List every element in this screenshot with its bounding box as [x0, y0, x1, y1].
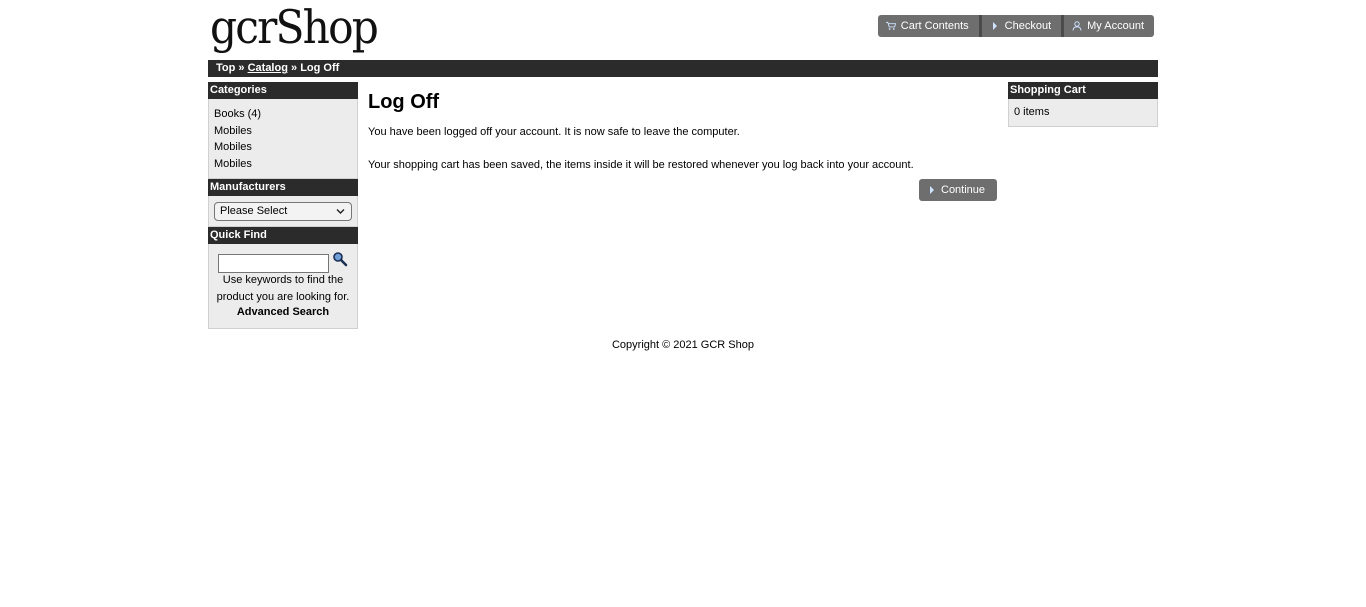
- breadcrumb-separator: »: [291, 62, 298, 74]
- breadcrumb: Top » Catalog » Log Off: [208, 60, 1158, 77]
- continue-label: Continue: [941, 184, 986, 196]
- triangle-right-icon: [990, 21, 1000, 31]
- manufacturers-box: Please Select: [208, 196, 358, 227]
- magnifier-search-icon[interactable]: [332, 251, 348, 267]
- cart-icon: [885, 21, 896, 31]
- category-item[interactable]: Books (4): [214, 106, 357, 123]
- cart-items-count: 0 items: [1014, 106, 1050, 118]
- manufacturers-heading: Manufacturers: [208, 179, 358, 196]
- cart-saved-message: Your shopping cart has been saved, the i…: [368, 159, 914, 171]
- shopping-cart-box: 0 items: [1008, 99, 1158, 127]
- breadcrumb-separator: »: [238, 62, 245, 74]
- manufacturers-selected: Please Select: [220, 205, 288, 217]
- quick-find-box: Use keywords to find the product you are…: [208, 244, 358, 329]
- footer-copyright: Copyright © 2021 GCR Shop: [611, 339, 754, 351]
- breadcrumb-current: Log Off: [300, 62, 340, 74]
- header-nav: Cart Contents Checkout My Account: [877, 15, 1154, 37]
- checkout-button[interactable]: Checkout: [981, 15, 1065, 37]
- my-account-label: My Account: [1087, 20, 1144, 32]
- my-account-button[interactable]: My Account: [1064, 15, 1154, 37]
- page-title: Log Off: [368, 91, 440, 113]
- left-column: Categories Books (4) Mobiles Mobiles Mob…: [208, 82, 358, 329]
- advanced-search-link[interactable]: Advanced Search: [209, 306, 357, 318]
- category-item[interactable]: Mobiles: [214, 139, 357, 156]
- category-item[interactable]: Mobiles: [214, 156, 357, 173]
- quick-find-heading: Quick Find: [208, 227, 358, 244]
- triangle-right-icon: [929, 186, 935, 194]
- breadcrumb-top[interactable]: Top: [216, 62, 235, 74]
- categories-heading: Categories: [208, 82, 358, 99]
- cart-contents-button[interactable]: Cart Contents: [877, 15, 982, 37]
- right-column: Shopping Cart 0 items: [1008, 82, 1158, 127]
- quick-find-input[interactable]: [218, 254, 329, 273]
- checkout-label: Checkout: [1004, 20, 1052, 32]
- store-logo[interactable]: gcrShop: [210, 0, 379, 54]
- categories-box: Books (4) Mobiles Mobiles Mobiles: [208, 99, 358, 179]
- cart-contents-label: Cart Contents: [900, 20, 969, 32]
- continue-button[interactable]: Continue: [919, 179, 997, 201]
- categories-list: Books (4) Mobiles Mobiles Mobiles: [209, 99, 357, 178]
- chevron-down-icon: [336, 203, 345, 226]
- logoff-message: You have been logged off your account. I…: [368, 126, 740, 138]
- category-item[interactable]: Mobiles: [214, 123, 357, 140]
- shopping-cart-heading[interactable]: Shopping Cart: [1008, 82, 1158, 99]
- breadcrumb-catalog[interactable]: Catalog: [248, 62, 288, 74]
- quick-find-help: Use keywords to find the product you are…: [216, 274, 350, 303]
- person-icon: [1072, 21, 1082, 31]
- manufacturers-select[interactable]: Please Select: [214, 202, 352, 221]
